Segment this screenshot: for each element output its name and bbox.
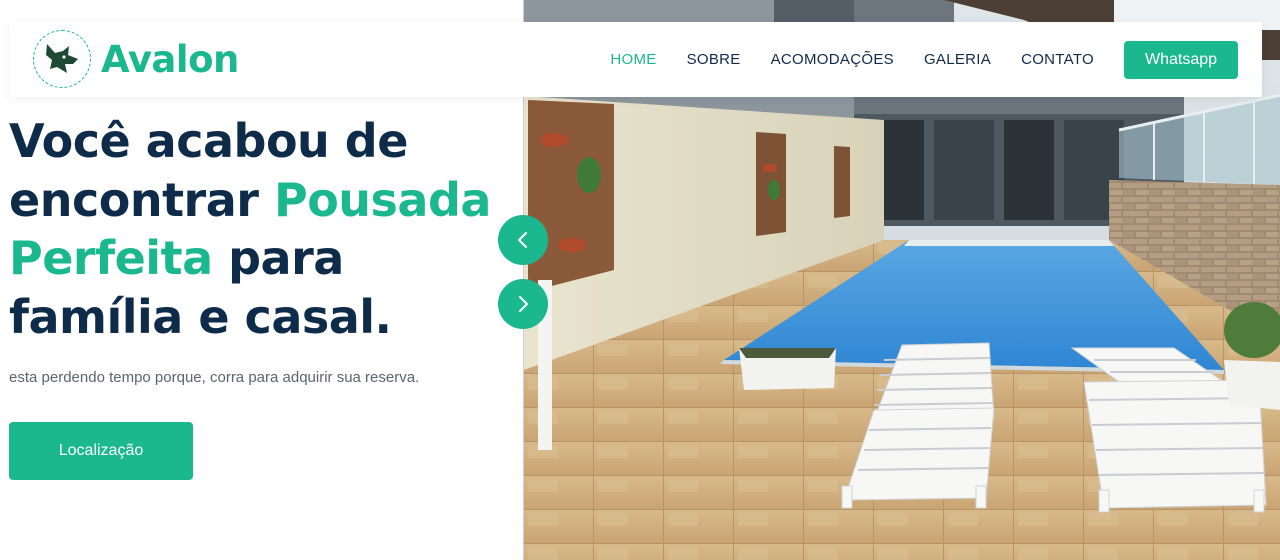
nav-sobre[interactable]: SOBRE	[687, 51, 741, 68]
whatsapp-button[interactable]: Whatsapp	[1124, 40, 1238, 79]
main-nav: HOME SOBRE ACOMODAÇÕES GALERIA CONTATO W…	[610, 22, 1262, 97]
nav-home[interactable]: HOME	[610, 51, 656, 68]
nav-contato[interactable]: CONTATO	[1021, 51, 1094, 68]
wolf-head-icon	[33, 30, 91, 88]
navbar: Avalon HOME SOBRE ACOMODAÇÕES GALERIA CO…	[9, 22, 1262, 97]
nav-acomodacoes[interactable]: ACOMODAÇÕES	[771, 51, 894, 68]
location-button[interactable]: Localização	[9, 422, 193, 480]
chevron-left-icon	[518, 232, 527, 248]
carousel-prev-button[interactable]	[498, 215, 548, 265]
carousel-next-button[interactable]	[498, 279, 548, 329]
nav-galeria[interactable]: GALERIA	[924, 51, 991, 68]
hero-headline: Você acabou de encontrar Pousada Perfeit…	[9, 112, 509, 346]
hero-subtitle: esta perdendo tempo porque, corra para a…	[9, 369, 420, 386]
chevron-right-icon	[519, 296, 528, 312]
brand[interactable]: Avalon	[33, 30, 239, 88]
brand-name: Avalon	[101, 37, 239, 81]
